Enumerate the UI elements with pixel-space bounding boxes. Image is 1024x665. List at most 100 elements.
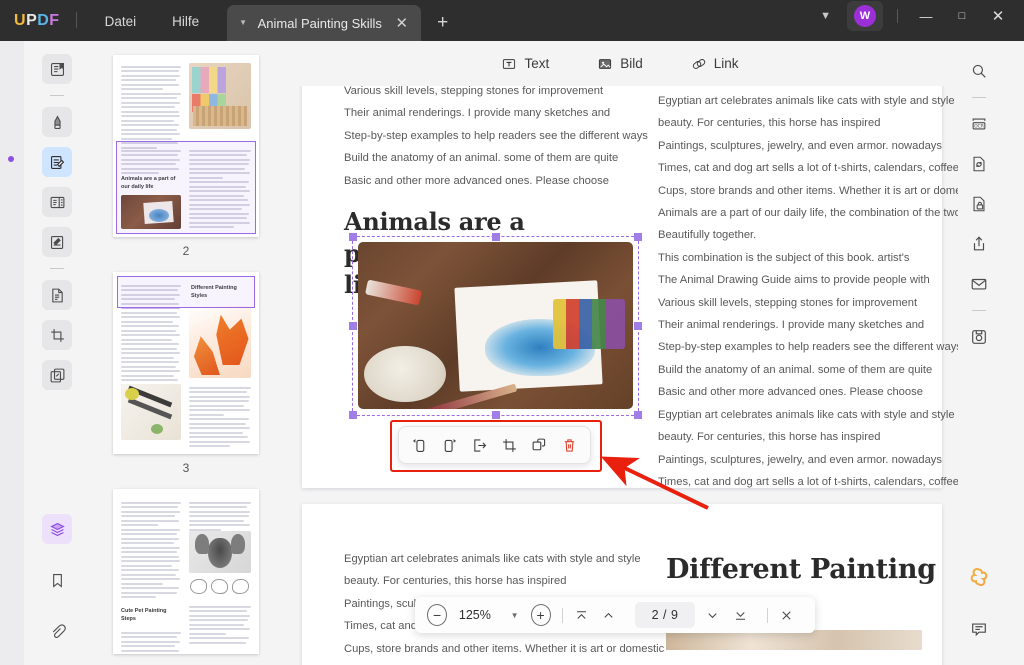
next-page-button[interactable]: [705, 608, 729, 623]
page-navigation-toolbar[interactable]: − 125% ▼ + 2 / 9: [415, 597, 815, 633]
image-context-toolbar[interactable]: [398, 426, 591, 464]
thumbnail-image-brushes: [121, 384, 181, 440]
thumbnail-panel[interactable]: Animals are a part of our daily life 2 D…: [90, 41, 282, 665]
page-thumbnail-3[interactable]: Different Painting Styles: [113, 272, 259, 454]
logo-letter-d: D: [37, 12, 50, 29]
replace-image-button[interactable]: [526, 432, 552, 458]
thumbnail-heading: Animals are a part of our daily life: [121, 176, 176, 191]
text-line: The Animal Drawing Guide aims to provide…: [658, 274, 930, 287]
text-line: Various skill levels, stepping stones fo…: [658, 296, 918, 309]
resize-handle-middle-right[interactable]: [634, 322, 642, 330]
rotate-left-button[interactable]: [407, 432, 433, 458]
text-line: Animals are a part of our daily life, th…: [344, 660, 634, 665]
close-navigation-button[interactable]: [779, 608, 803, 623]
resize-handle-bottom-center[interactable]: [491, 411, 500, 419]
divider: [561, 607, 563, 623]
chevron-down-icon[interactable]: ▼: [239, 19, 247, 27]
close-icon[interactable]: ✕: [393, 14, 412, 33]
thumbnail-item[interactable]: Cute Pet Painting Steps: [90, 489, 282, 654]
ocr-icon[interactable]: OCR: [964, 109, 994, 139]
text-line: Step-by-step examples to help readers se…: [344, 129, 648, 142]
account-button[interactable]: W: [847, 1, 883, 31]
text-line: Egyptian art celebrates animals like cat…: [658, 95, 955, 107]
thumbnail-image-butterfly: [121, 195, 181, 229]
crop-image-button[interactable]: [496, 432, 522, 458]
minimize-button[interactable]: —: [908, 9, 944, 24]
page-thumbnail-4[interactable]: Cute Pet Painting Steps: [113, 489, 259, 654]
thumbnail-image-fox: [189, 306, 251, 378]
compare-icon[interactable]: [42, 360, 72, 390]
save-icon[interactable]: [964, 322, 994, 352]
zoom-level-label[interactable]: 125%: [451, 608, 498, 622]
attachment-icon[interactable]: [42, 616, 72, 646]
page3-heading[interactable]: Different Painting: [666, 552, 946, 588]
email-icon[interactable]: [964, 269, 994, 299]
text-line: Basic and other more advanced ones. Plea…: [658, 386, 923, 399]
text-line: beauty. For centuries, this horse has in…: [658, 431, 881, 444]
resize-handle-middle-left[interactable]: [349, 322, 357, 330]
page2-left-text-block[interactable]: Various skill levels, stepping stones fo…: [344, 86, 648, 192]
ai-assistant-icon[interactable]: [964, 562, 994, 592]
text-line: Step-by-step examples to help readers se…: [658, 341, 958, 354]
comment-icon[interactable]: [964, 614, 994, 644]
add-image-button[interactable]: Bild: [597, 56, 643, 72]
zoom-out-button[interactable]: −: [427, 604, 448, 626]
reader-mode-icon[interactable]: [42, 54, 72, 84]
thumbnail-item[interactable]: Different Painting Styles 3: [90, 272, 282, 489]
share-icon[interactable]: [964, 229, 994, 259]
text-line: Times, cat and dog art sells a lot of t-…: [658, 162, 958, 175]
convert-icon[interactable]: [964, 149, 994, 179]
text-line: Cups, store brands and other items. Whet…: [658, 184, 958, 197]
extract-image-button[interactable]: [467, 432, 493, 458]
rotate-right-button[interactable]: [437, 432, 463, 458]
chevron-down-icon[interactable]: ▼: [503, 611, 527, 620]
image-selection-frame[interactable]: [349, 233, 642, 419]
resize-handle-bottom-left[interactable]: [349, 411, 357, 419]
fill-and-sign-icon[interactable]: [42, 227, 72, 257]
document-edit-toolbar: Text Bild Link: [282, 41, 958, 86]
resize-handle-top-right[interactable]: [634, 233, 642, 241]
zoom-in-button[interactable]: +: [530, 604, 551, 626]
add-image-label: Bild: [620, 56, 643, 71]
thumbnail-heading: Cute Pet Painting Steps: [121, 608, 167, 623]
bookmark-icon[interactable]: [42, 565, 72, 595]
close-window-button[interactable]: ✕: [980, 7, 1016, 25]
thumbnail-heading: Different Painting Styles: [191, 285, 237, 300]
menu-datei[interactable]: Datei: [87, 14, 155, 29]
document-tab[interactable]: ▼ Animal Painting Skills ✕: [227, 5, 422, 41]
document-viewer[interactable]: Various skill levels, stepping stones fo…: [282, 86, 958, 665]
page-thumbnail-2[interactable]: Animals are a part of our daily life: [113, 55, 259, 237]
first-page-button[interactable]: [574, 608, 598, 623]
thumbnail-item[interactable]: Animals are a part of our daily life 2: [90, 55, 282, 272]
chevron-down-icon[interactable]: ▼: [808, 6, 843, 26]
resize-handle-top-center[interactable]: [491, 233, 500, 241]
annotate-highlighter-icon[interactable]: [42, 107, 72, 137]
form-icon[interactable]: [42, 280, 72, 310]
search-icon[interactable]: [964, 56, 994, 86]
last-page-button[interactable]: [733, 608, 757, 623]
text-line: beauty. For centuries, this horse has in…: [344, 575, 567, 588]
text-line: This combination is the subject of this …: [658, 251, 910, 264]
layers-icon[interactable]: [42, 514, 72, 544]
logo-letter-p: P: [26, 12, 38, 29]
new-tab-button[interactable]: +: [437, 13, 448, 32]
edit-pdf-icon[interactable]: [42, 147, 72, 177]
page2-right-text-block[interactable]: Egyptian art celebrates animals like cat…: [658, 90, 958, 493]
add-text-button[interactable]: Text: [501, 56, 549, 72]
text-line: Egyptian art celebrates animals like cat…: [344, 553, 641, 565]
delete-image-button[interactable]: [556, 432, 582, 458]
resize-handle-top-left[interactable]: [349, 233, 357, 241]
menu-hilfe[interactable]: Hilfe: [154, 14, 217, 29]
page-organize-icon[interactable]: [42, 187, 72, 217]
page-indicator[interactable]: 2 / 9: [634, 602, 696, 628]
protect-icon[interactable]: [964, 189, 994, 219]
previous-page-button[interactable]: [601, 608, 625, 623]
thumbnail-sketch-row: [189, 577, 251, 597]
document-page-3[interactable]: Egyptian art celebrates animals like cat…: [302, 504, 942, 665]
resize-handle-bottom-right[interactable]: [634, 411, 642, 419]
crop-page-icon[interactable]: [42, 320, 72, 350]
maximize-button[interactable]: □: [944, 10, 980, 22]
document-page-2[interactable]: Various skill levels, stepping stones fo…: [302, 86, 958, 488]
add-text-label: Text: [524, 56, 550, 71]
add-link-button[interactable]: Link: [691, 56, 739, 72]
